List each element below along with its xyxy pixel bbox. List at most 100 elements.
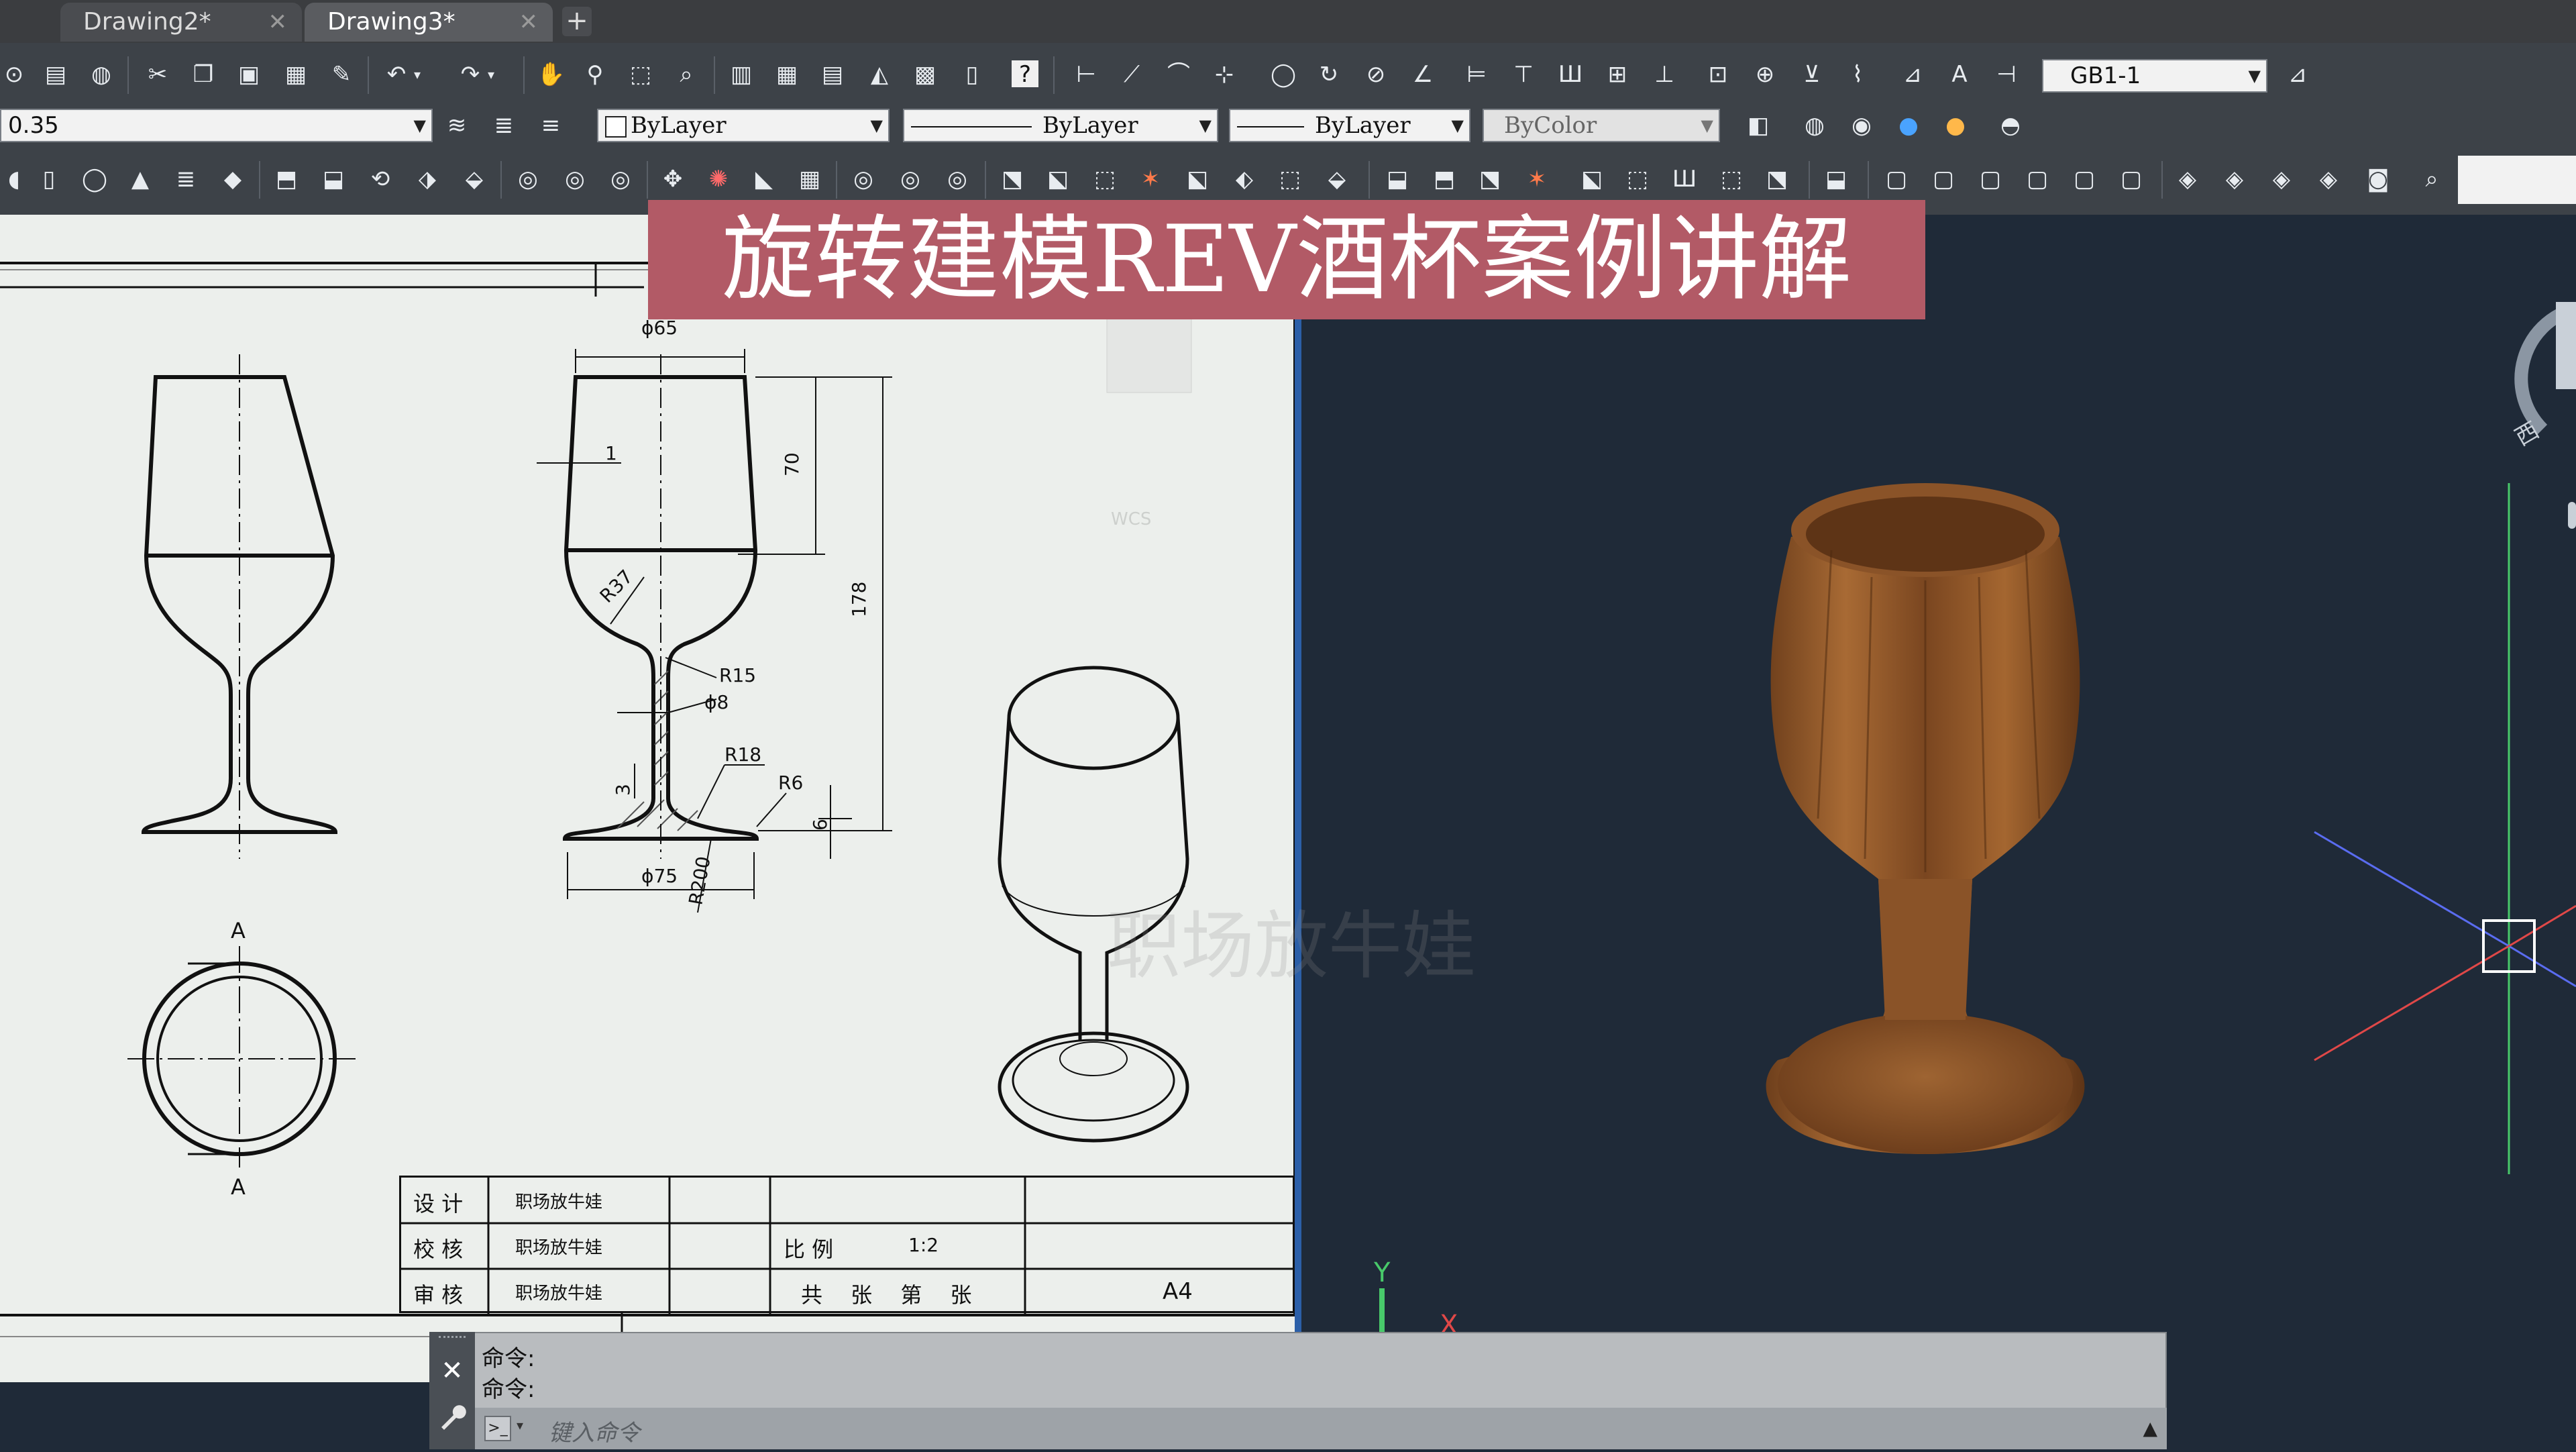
ne-iso-icon[interactable]: ◈ <box>2267 165 2296 193</box>
jogged-linear-icon[interactable]: ⌇ <box>1843 60 1872 89</box>
3d-align-icon[interactable]: ◣ <box>750 165 778 193</box>
helix-icon[interactable]: ⬙ <box>460 165 488 193</box>
match-properties-icon[interactable]: ✎ <box>327 60 356 89</box>
ordinate-dim-icon[interactable]: ⊹ <box>1210 60 1238 89</box>
dim-style-manager-icon[interactable]: ⊿ <box>2284 60 2312 89</box>
quick-dim-icon[interactable]: ⊨ <box>1462 60 1491 89</box>
3d-move-icon[interactable]: ✥ <box>659 165 687 193</box>
command-input[interactable]: >_ ▾ 键入命令 ▲ <box>475 1408 2167 1449</box>
dim-style-select[interactable]: GB1-1 ▼ <box>2042 59 2267 93</box>
nw-iso-icon[interactable]: ◈ <box>2314 165 2343 193</box>
chevron-up-icon[interactable]: ▲ <box>2143 1417 2157 1439</box>
baseline-dim-icon[interactable]: ⊤ <box>1509 60 1538 89</box>
tab-close-icon[interactable]: ✕ <box>268 3 288 42</box>
center-mark-icon[interactable]: ⊕ <box>1751 60 1779 89</box>
pyramid-icon[interactable]: ▲ <box>126 165 154 193</box>
dim-space-icon[interactable]: ⊞ <box>1603 60 1631 89</box>
front-view-icon[interactable]: ▢ <box>2070 165 2098 193</box>
tab-close-icon[interactable]: ✕ <box>519 3 539 42</box>
3d-array-icon[interactable]: ▦ <box>796 165 824 193</box>
inspection-icon[interactable]: ⊻ <box>1798 60 1826 89</box>
paste-block-icon[interactable]: ▦ <box>282 60 310 89</box>
camera-icon[interactable]: ◙ <box>2364 165 2392 193</box>
design-center-icon[interactable]: ▦ <box>773 60 801 89</box>
zoom-window-icon[interactable]: ⬚ <box>627 60 655 89</box>
offset-faces-icon[interactable]: ⬚ <box>1091 165 1119 193</box>
viewport-divider[interactable] <box>1295 215 1301 1382</box>
shell-icon[interactable]: ⬚ <box>1623 165 1652 193</box>
revolve-icon[interactable]: ⟲ <box>366 165 394 193</box>
clean-icon[interactable]: ✶ <box>1523 165 1551 193</box>
imprint-icon[interactable]: ⬔ <box>1476 165 1504 193</box>
sweep-icon[interactable]: ⬓ <box>319 165 347 193</box>
grip-icon[interactable] <box>439 1336 466 1351</box>
render-icon[interactable]: ◍ <box>1801 111 1829 140</box>
se-iso-icon[interactable]: ◈ <box>2220 165 2249 193</box>
copy-icon[interactable]: ❐ <box>189 60 217 89</box>
cylinder-icon[interactable]: ▯ <box>35 165 63 193</box>
zoom-realtime-icon[interactable]: ⚲ <box>581 60 609 89</box>
color-layer-select[interactable]: ByLayer ▼ <box>597 109 890 142</box>
lineweight-layer-select[interactable]: ByLayer ▼ <box>1229 109 1470 142</box>
continuous-orbit-icon[interactable]: ◎ <box>943 165 971 193</box>
wrench-icon[interactable] <box>436 1402 467 1433</box>
linetype-select[interactable]: ByLayer ▼ <box>903 109 1218 142</box>
lineweight-select[interactable]: 0.35 ▼ <box>0 109 433 142</box>
plot-preview-icon[interactable]: ◍ <box>87 60 115 89</box>
chevron-down-icon[interactable]: ▾ <box>517 1417 523 1433</box>
separate-icon[interactable]: ⬕ <box>1578 165 1606 193</box>
jogged-dim-icon[interactable]: ↻ <box>1315 60 1343 89</box>
open-icon[interactable]: ⊙ <box>0 60 28 89</box>
plot-style-select[interactable]: ByColor ▼ <box>1483 109 1720 142</box>
sheet-set-icon[interactable]: ◭ <box>865 60 894 89</box>
sw-iso-icon[interactable]: ◈ <box>2174 165 2202 193</box>
color-edges-icon[interactable]: ⬒ <box>1430 165 1458 193</box>
layer-states-icon[interactable]: ≣ <box>490 111 518 140</box>
lights-icon[interactable]: ● <box>1894 111 1923 140</box>
radius-dim-icon[interactable]: ◯ <box>1269 60 1297 89</box>
command-line-handle[interactable]: ✕ <box>429 1332 475 1449</box>
properties-icon[interactable]: ▥ <box>727 60 755 89</box>
print-icon[interactable]: ▤ <box>42 60 70 89</box>
arc-dim-icon[interactable]: ⌒ <box>1165 60 1193 89</box>
undo-icon[interactable]: ↶ <box>382 60 411 89</box>
continue-dim-icon[interactable]: Ш <box>1556 60 1585 89</box>
tolerance-icon[interactable]: ⊡ <box>1704 60 1732 89</box>
slice-icon[interactable]: Ш <box>1670 165 1699 193</box>
interfere-icon[interactable]: ⬔ <box>1763 165 1791 193</box>
materials-icon[interactable]: ◉ <box>1847 111 1876 140</box>
presspull-icon[interactable]: ⬒ <box>272 165 301 193</box>
zoom-extents-icon[interactable]: ⌕ <box>2418 165 2446 193</box>
3d-wine-glass-model[interactable] <box>1766 483 2085 1154</box>
check-icon[interactable]: ⬚ <box>1717 165 1746 193</box>
paste-icon[interactable]: ▣ <box>235 60 263 89</box>
taper-faces-icon[interactable]: ⬖ <box>1230 165 1258 193</box>
cut-icon[interactable]: ✂ <box>144 60 172 89</box>
dim-break-icon[interactable]: ⊥ <box>1650 60 1678 89</box>
subtract-icon[interactable]: ◎ <box>561 165 589 193</box>
move-faces-icon[interactable]: ⬕ <box>1044 165 1072 193</box>
new-tab-button[interactable]: + <box>562 7 592 36</box>
torus-icon[interactable]: ◯ <box>80 165 109 193</box>
dim-update-icon[interactable]: ⊣ <box>1992 60 2021 89</box>
back-view-icon[interactable]: ▢ <box>2117 165 2145 193</box>
dim-text-edit-icon[interactable]: A <box>1945 60 1974 89</box>
calculator-icon[interactable]: ▯ <box>958 60 986 89</box>
planar-surface-icon[interactable]: ◆ <box>219 165 247 193</box>
tab-drawing2[interactable]: Drawing2* ✕ <box>60 3 302 42</box>
sun-icon[interactable]: ● <box>1941 111 1970 140</box>
help-icon[interactable]: ? <box>1012 60 1038 87</box>
aligned-dim-icon[interactable]: ⟋ <box>1118 60 1146 89</box>
redo-icon[interactable]: ↷ <box>456 60 484 89</box>
extrude-icon[interactable]: ≣ <box>172 165 200 193</box>
markup-icon[interactable]: ▩ <box>911 60 939 89</box>
color-faces-icon[interactable]: ⬙ <box>1323 165 1351 193</box>
tab-drawing3[interactable]: Drawing3* ✕ <box>305 3 553 42</box>
copy-edges-icon[interactable]: ⬓ <box>1383 165 1411 193</box>
redo-dropdown-icon[interactable]: ▾ <box>483 60 499 89</box>
named-views-icon[interactable]: ⬓ <box>1822 165 1850 193</box>
pan-icon[interactable]: ✋ <box>537 60 565 89</box>
extrude-faces-icon[interactable]: ⬔ <box>998 165 1026 193</box>
linear-dim-icon[interactable]: ⊢ <box>1072 60 1100 89</box>
loft-icon[interactable]: ⬗ <box>413 165 441 193</box>
